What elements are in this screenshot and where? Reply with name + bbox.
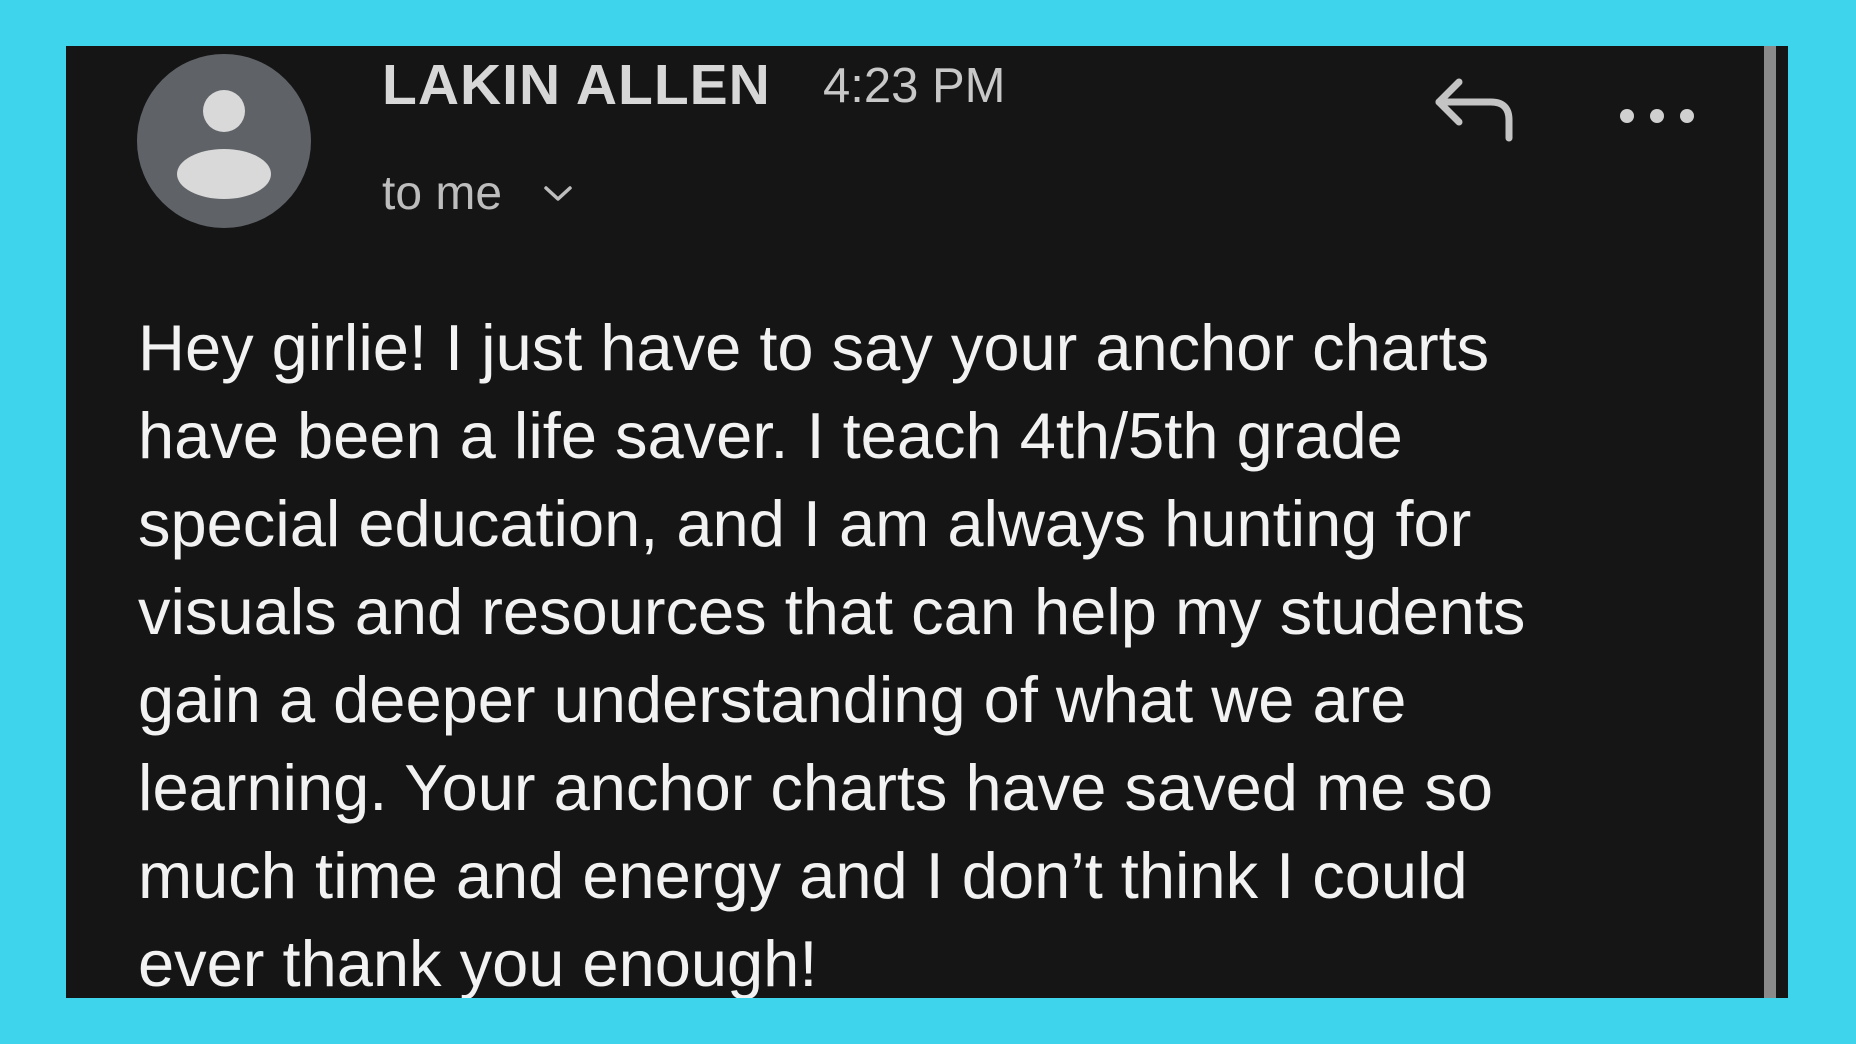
vertical-scrollbar[interactable] [1764, 46, 1776, 998]
sender-avatar[interactable] [137, 54, 311, 228]
more-horizontal-icon [1620, 109, 1694, 123]
sender-name: LAKIN ALLEN [382, 53, 771, 117]
message-time: 4:23 PM [823, 59, 1006, 113]
chevron-down-icon [538, 173, 578, 213]
email-body: Hey girlie! I just have to say your anch… [138, 311, 1526, 998]
recipient-details-toggle[interactable]: to me [382, 158, 578, 228]
reply-button[interactable] [1426, 64, 1526, 154]
reply-icon [1435, 78, 1513, 142]
recipient-label: to me [382, 166, 503, 220]
person-avatar-icon [177, 90, 271, 199]
email-message-card: LAKIN ALLEN 4:23 PM to me Hey girlie! I … [66, 46, 1788, 998]
more-options-button[interactable] [1612, 86, 1702, 146]
